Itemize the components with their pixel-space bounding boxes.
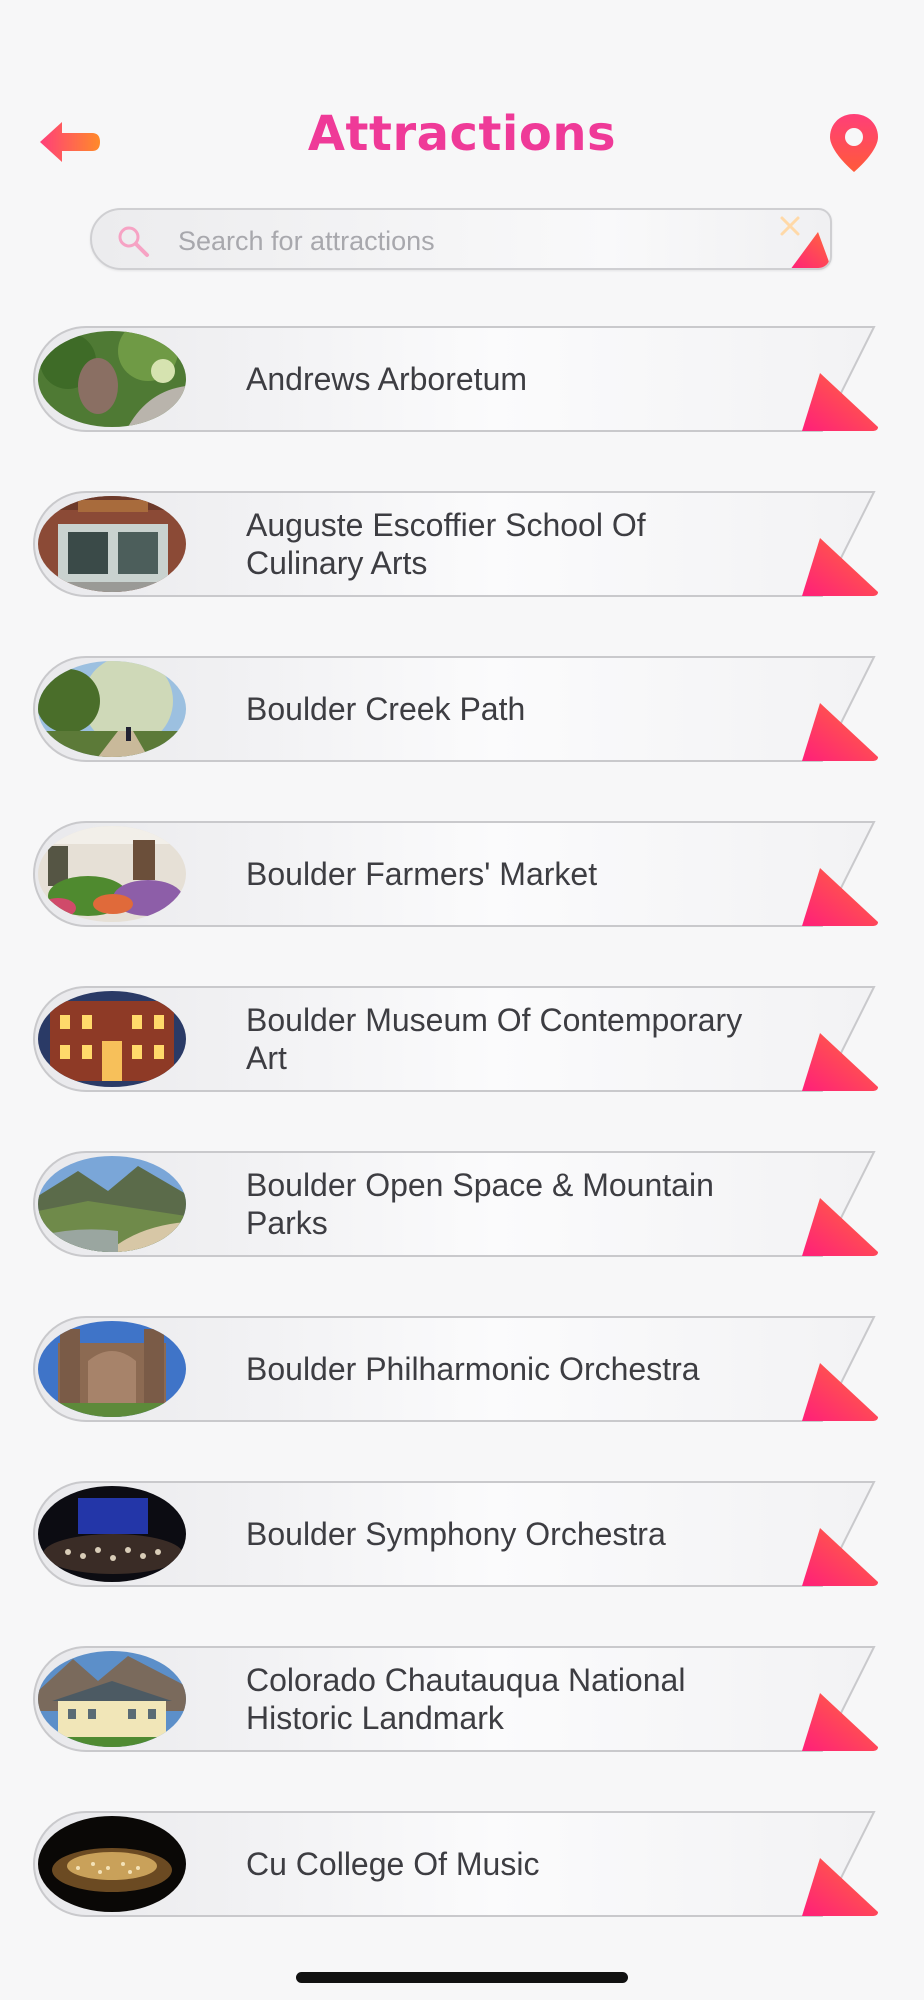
home-indicator [296, 1972, 628, 1983]
thumbnail-image [38, 661, 186, 757]
search-icon [118, 226, 149, 257]
list-item-label: Colorado Chautauqua National Historic La… [246, 1662, 686, 1736]
list-item-label: Boulder Open Space & Mountain Parks [246, 1167, 714, 1241]
corner-accent-triangle [791, 232, 830, 268]
list-item[interactable]: Boulder Farmers' Market [32, 820, 880, 928]
list-item-label: Boulder Symphony Orchestra [246, 1516, 666, 1552]
list-item[interactable]: Colorado Chautauqua National Historic La… [32, 1645, 880, 1753]
list-item-label: Boulder Museum Of Contemporary Art [246, 1002, 743, 1076]
thumbnail-image [38, 991, 186, 1087]
list-item[interactable]: Andrews Arboretum [32, 325, 880, 433]
list-item-label: Andrews Arboretum [246, 361, 528, 397]
list-item-label: Cu College Of Music [246, 1846, 540, 1882]
thumbnail-image [38, 826, 186, 922]
list-item-label: Boulder Creek Path [246, 691, 526, 727]
thumbnail-image [38, 1486, 186, 1582]
list-item-label: Boulder Farmers' Market [246, 856, 598, 892]
thumbnail-image [38, 1651, 186, 1747]
thumbnail-image [38, 1816, 186, 1912]
list-item[interactable]: Boulder Symphony Orchestra [32, 1480, 880, 1588]
thumbnail-image [38, 331, 186, 427]
map-button[interactable] [826, 112, 882, 174]
thumbnail-image [38, 496, 186, 592]
list-item[interactable]: Boulder Open Space & Mountain Parks [32, 1150, 880, 1258]
list-item[interactable]: Cu College Of Music [32, 1810, 880, 1918]
list-item[interactable]: Boulder Philharmonic Orchestra [32, 1315, 880, 1423]
list-item-label: Auguste Escoffier School Of Culinary Art… [246, 507, 646, 581]
list-item[interactable]: Boulder Museum Of Contemporary Art [32, 985, 880, 1093]
search-bar [90, 208, 832, 270]
page-title: Attractions [307, 106, 617, 162]
thumbnail-image [38, 1156, 186, 1252]
search-input[interactable] [176, 218, 740, 264]
top-navigation-bar: Attractions [0, 0, 924, 200]
list-item[interactable]: Boulder Creek Path [32, 655, 880, 763]
list-item-label: Boulder Philharmonic Orchestra [246, 1351, 700, 1387]
location-pin-icon [830, 114, 878, 172]
thumbnail-image [38, 1321, 186, 1417]
list-item[interactable]: Auguste Escoffier School Of Culinary Art… [32, 490, 880, 598]
